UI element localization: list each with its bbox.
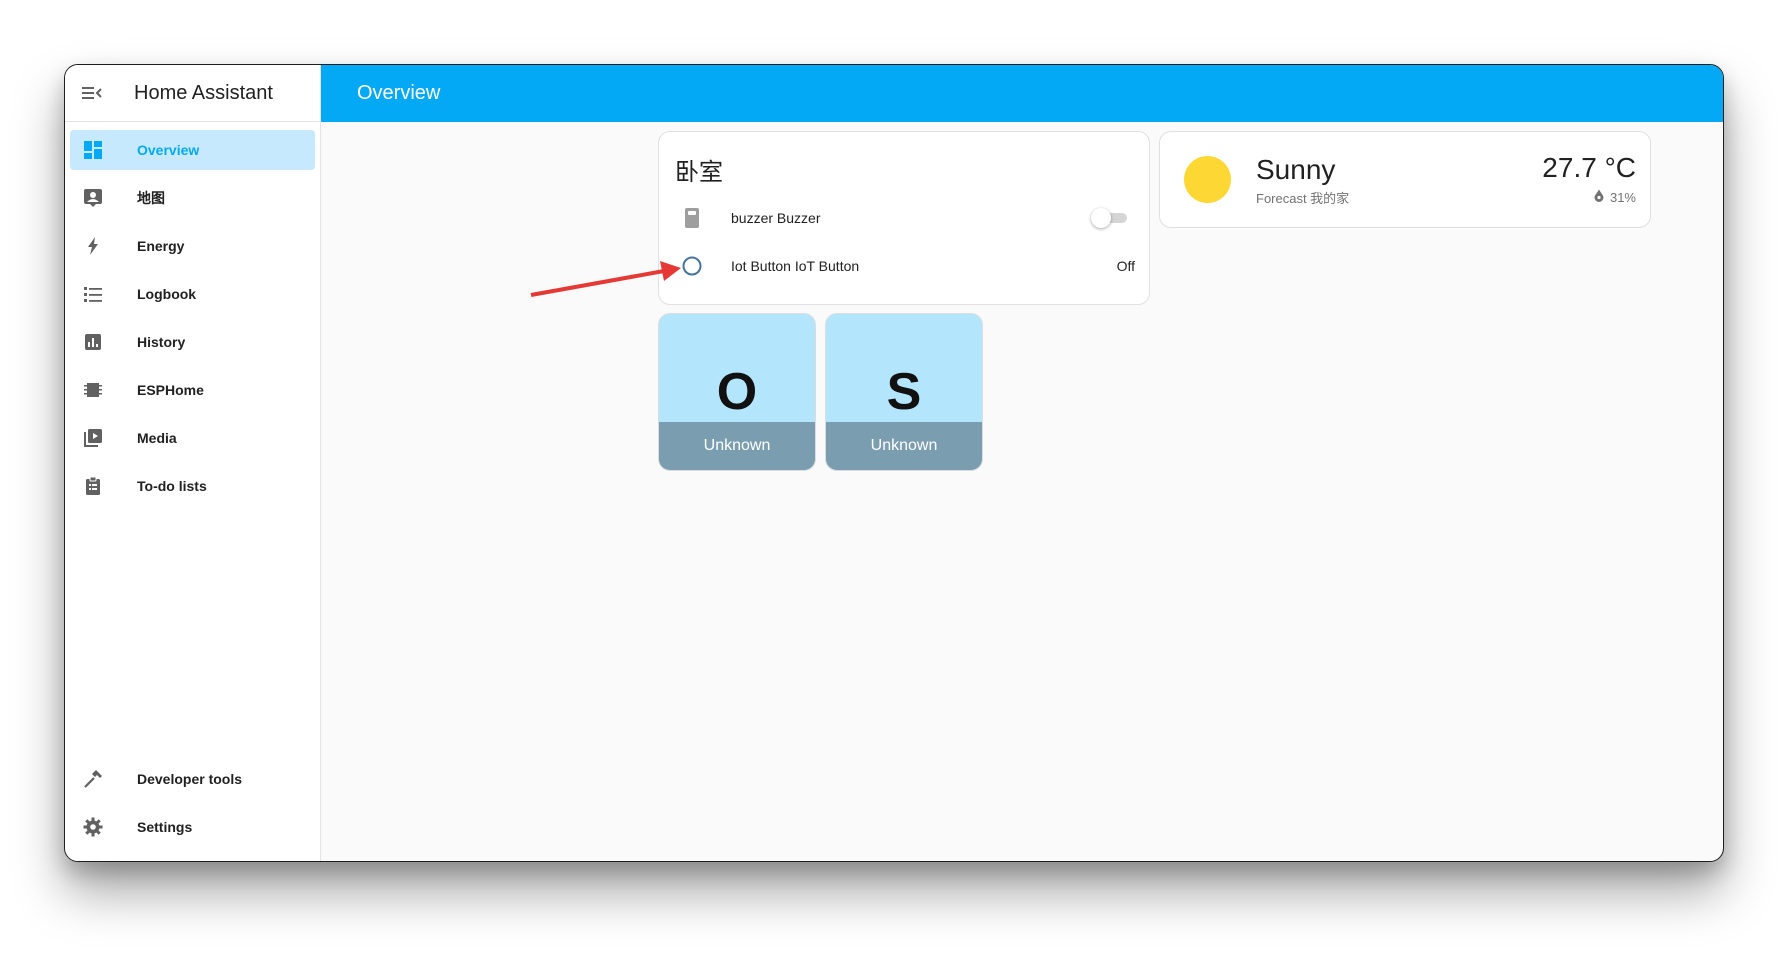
top-app-bar: Overview [321,65,1723,122]
dashboard-icon [81,138,105,162]
menu-collapse-icon[interactable] [77,78,107,108]
sidebar-item-label: Developer tools [137,771,243,787]
app-title: Home Assistant [134,81,273,104]
clipboard-list-icon [81,474,105,498]
sidebar-item-label: 地图 [137,190,165,206]
sidebar-nav: Overview 地图 Energy Logbook History ESPHo… [65,122,320,506]
entity-name: Iot Button IoT Button [731,258,860,274]
sunny-weather-icon [1184,156,1231,203]
buzzer-toggle-switch[interactable] [1091,208,1127,228]
format-list-bulleted-icon [81,282,105,306]
weather-temperature: 27.7 °C [1542,152,1636,183]
sidebar-item-label: ESPHome [137,382,204,398]
sidebar-item-label: Energy [137,238,185,254]
buzzer-icon [680,206,704,230]
sidebar-item-label: Media [137,430,177,446]
entity-state: Off [1116,258,1135,274]
water-percent-icon [1594,189,1604,205]
sidebar-item-todo-lists[interactable]: To-do lists [70,466,315,506]
sidebar-item-label: Settings [137,819,193,835]
humidity-value: 31% [1609,189,1636,205]
room-entities-card: 卧室 buzzer Buzzer Iot Button IoT Button O… [658,131,1150,305]
page-title: Overview [357,82,441,104]
hammer-icon [81,767,105,791]
sidebar-header: Home Assistant [65,65,320,122]
sidebar-item-media[interactable]: Media [70,418,315,458]
app-window: Home Assistant Overview 地图 Energy Logboo… [64,64,1724,862]
weather-forecast-name: Forecast 我的家 [1256,191,1350,206]
play-box-multiple-icon [81,426,105,450]
sidebar-item-overview[interactable]: Overview [70,130,315,170]
chart-box-icon [81,330,105,354]
sidebar-item-label: Logbook [137,286,197,302]
sidebar-item-history[interactable]: History [70,322,315,362]
entity-row-iot-button[interactable]: Iot Button IoT Button Off [659,246,1149,286]
entity-tile-s[interactable]: S Unknown [825,313,983,471]
circle-outline-icon [680,254,704,278]
card-title: 卧室 [675,159,723,186]
tile-letter: O [716,363,758,421]
sidebar: Home Assistant Overview 地图 Energy Logboo… [65,65,321,861]
weather-humidity: 31% [1594,189,1636,205]
sidebar-item-map[interactable]: 地图 [70,178,315,218]
sidebar-item-label: To-do lists [137,478,207,494]
lightning-bolt-icon [81,234,105,258]
cog-icon [81,815,105,839]
toggle-knob [1091,208,1111,228]
tile-letter: S [886,363,922,421]
tile-state: Unknown [826,422,982,470]
entity-name: buzzer Buzzer [731,210,821,226]
sidebar-item-developer-tools[interactable]: Developer tools [70,759,315,799]
map-account-icon [81,186,105,210]
entity-row-buzzer[interactable]: buzzer Buzzer [659,198,1149,238]
weather-condition: Sunny [1256,154,1336,185]
sidebar-item-label: Overview [137,142,200,158]
sidebar-item-label: History [137,334,186,350]
sidebar-item-logbook[interactable]: Logbook [70,274,315,314]
weather-forecast-card[interactable]: Sunny Forecast 我的家 27.7 °C 31% [1159,131,1651,228]
entity-tile-o[interactable]: O Unknown [658,313,816,471]
chip-icon [81,378,105,402]
sidebar-item-esphome[interactable]: ESPHome [70,370,315,410]
sidebar-item-settings[interactable]: Settings [70,807,315,847]
sidebar-item-energy[interactable]: Energy [70,226,315,266]
tile-state: Unknown [659,422,815,470]
sidebar-bottom: Developer tools Settings [65,759,320,855]
